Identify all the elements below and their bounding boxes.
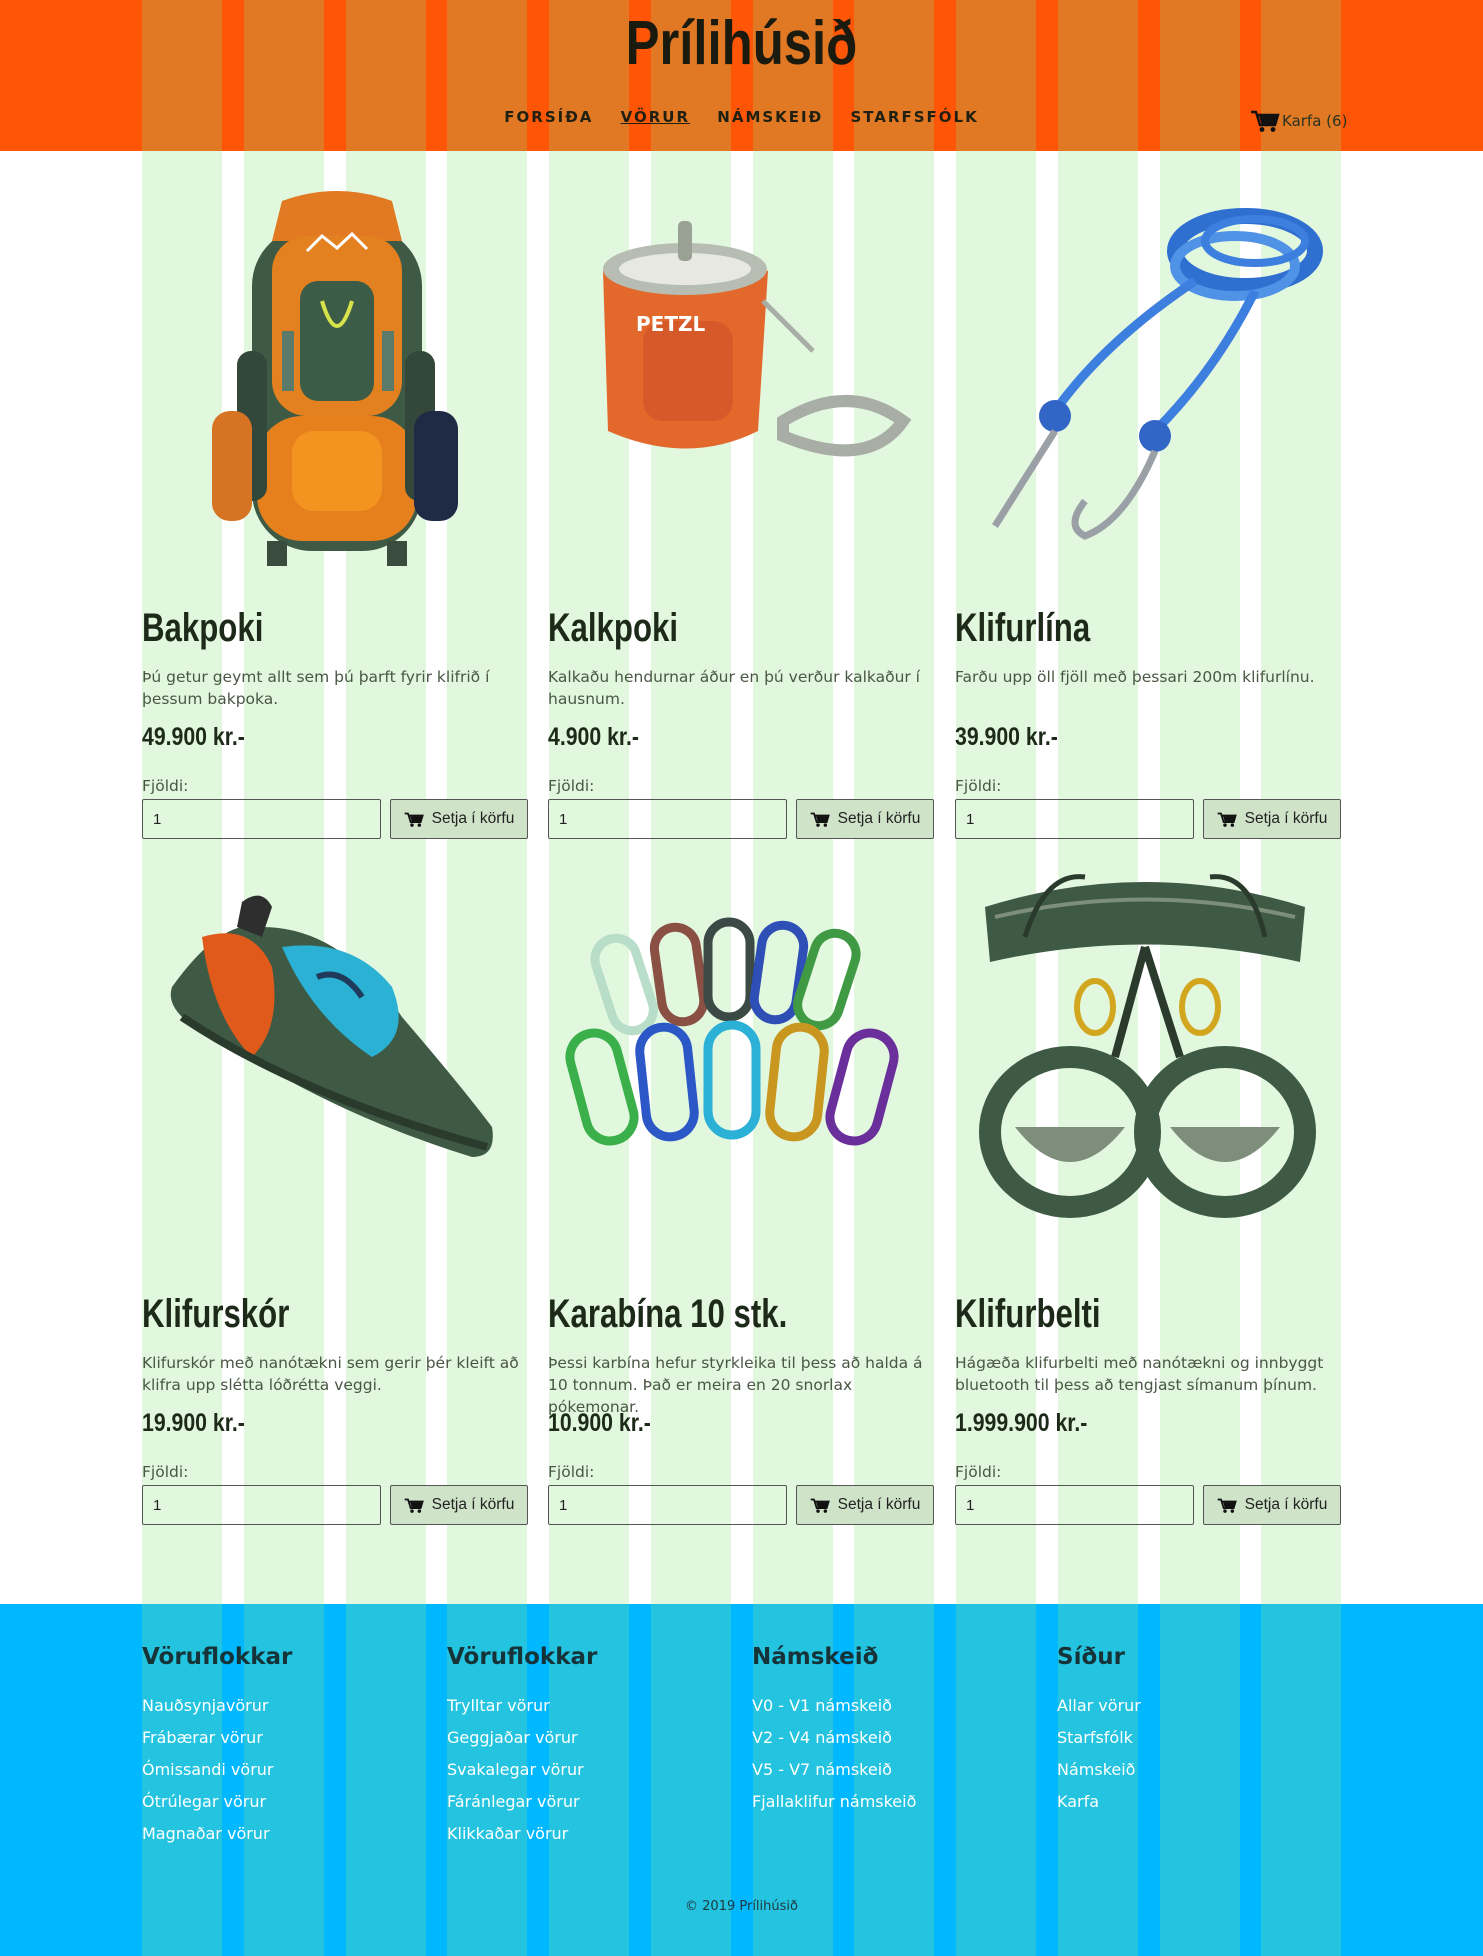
product-description: Kalkaðu hendurnar áður en þú verður kalk…	[548, 668, 920, 708]
footer-column-courses: Námskeið V0 - V1 námskeið V2 - V4 námske…	[752, 1644, 1032, 1818]
quantity-input[interactable]	[955, 799, 1194, 839]
cart-icon	[810, 812, 830, 827]
product-image-chalk-bag[interactable]: PETZL	[548, 181, 934, 581]
quantity-input[interactable]	[955, 1485, 1194, 1525]
copyright: © 2019 Prílihúsið	[685, 1899, 798, 1914]
nav-item-forsida[interactable]: FORSÍÐA	[504, 108, 593, 126]
product-image-backpack[interactable]	[142, 181, 528, 581]
footer-link[interactable]: Ótrúlegar vörur	[142, 1786, 422, 1818]
add-to-cart-label: Setja í körfu	[1244, 1496, 1328, 1513]
footer-link[interactable]: Starfsfólk	[1057, 1722, 1337, 1754]
quantity-label: Fjöldi:	[142, 777, 189, 795]
product-image-rope[interactable]	[955, 181, 1341, 581]
footer-link[interactable]: Allar vörur	[1057, 1690, 1337, 1722]
add-to-cart-label: Setja í körfu	[431, 810, 515, 827]
product-price: 39.900 kr.-	[955, 723, 1058, 751]
footer-heading: Vöruflokkar	[142, 1644, 293, 1670]
product-price: 19.900 kr.-	[142, 1409, 245, 1437]
add-to-cart-button[interactable]: Setja í körfu	[796, 799, 934, 839]
add-to-cart-label: Setja í körfu	[1244, 810, 1328, 827]
svg-text:PETZL: PETZL	[636, 312, 705, 336]
product-title: Klifurskór	[142, 1292, 290, 1336]
add-to-cart-label: Setja í körfu	[431, 1496, 515, 1513]
quantity-input[interactable]	[142, 1485, 381, 1525]
add-to-cart-button[interactable]: Setja í körfu	[390, 1485, 528, 1525]
footer-link[interactable]: Svakalegar vörur	[447, 1754, 727, 1786]
nav-item-namskeid[interactable]: NÁMSKEIÐ	[717, 108, 823, 126]
footer-link[interactable]: Námskeið	[1057, 1754, 1337, 1786]
footer-column-categories-2: Vöruflokkar Trylltar vörur Geggjaðar vör…	[447, 1644, 727, 1850]
quantity-label: Fjöldi:	[955, 1463, 1002, 1481]
product-title: Bakpoki	[142, 606, 264, 650]
product-grid-section: Bakpoki Þú getur geymt allt sem þú þarft…	[0, 151, 1483, 1604]
product-description: Klifurskór með nanótækni sem gerir þér k…	[142, 1354, 519, 1394]
footer-link[interactable]: V5 - V7 námskeið	[752, 1754, 1032, 1786]
cart-icon	[1217, 1498, 1237, 1513]
add-to-cart-button[interactable]: Setja í körfu	[1203, 799, 1341, 839]
footer-link[interactable]: Fjallaklifur námskeið	[752, 1786, 1032, 1818]
product-title: Kalkpoki	[548, 606, 679, 650]
quantity-label: Fjöldi:	[142, 1463, 189, 1481]
footer-link[interactable]: Karfa	[1057, 1786, 1337, 1818]
product-image-climbing-shoe[interactable]	[142, 867, 528, 1267]
product-price: 10.900 kr.-	[548, 1409, 651, 1437]
cart-icon	[1251, 110, 1280, 132]
quantity-input[interactable]	[142, 799, 381, 839]
product-description: Hágæða klifurbelti með nanótækni og innb…	[955, 1354, 1324, 1394]
quantity-label: Fjöldi:	[548, 1463, 595, 1481]
footer-link[interactable]: Klikkaðar vörur	[447, 1818, 727, 1850]
product-image-carabiners[interactable]	[548, 867, 934, 1267]
product-title: Klifurbelti	[955, 1292, 1101, 1336]
product-price: 4.900 kr.-	[548, 723, 639, 751]
cart-icon	[404, 812, 424, 827]
footer-link[interactable]: V0 - V1 námskeið	[752, 1690, 1032, 1722]
footer-link[interactable]: Magnaðar vörur	[142, 1818, 422, 1850]
cart-icon	[1217, 812, 1237, 827]
site-footer: Vöruflokkar Nauðsynjavörur Frábærar vöru…	[0, 1604, 1483, 1956]
footer-link[interactable]: Frábærar vörur	[142, 1722, 422, 1754]
add-to-cart-label: Setja í körfu	[837, 1496, 921, 1513]
cart-link[interactable]: Karfa (6)	[1250, 109, 1347, 133]
footer-column-categories: Vöruflokkar Nauðsynjavörur Frábærar vöru…	[142, 1644, 422, 1850]
quantity-input[interactable]	[548, 1485, 787, 1525]
footer-heading: Námskeið	[752, 1644, 879, 1670]
footer-link[interactable]: V2 - V4 námskeið	[752, 1722, 1032, 1754]
footer-column-pages: Síður Allar vörur Starfsfólk Námskeið Ka…	[1057, 1644, 1337, 1818]
add-to-cart-button[interactable]: Setja í körfu	[796, 1485, 934, 1525]
add-to-cart-button[interactable]: Setja í körfu	[1203, 1485, 1341, 1525]
nav-item-starfsfolk[interactable]: STARFSFÓLK	[850, 108, 978, 126]
footer-link[interactable]: Fáránlegar vörur	[447, 1786, 727, 1818]
site-header: Prílihúsið FORSÍÐA VÖRUR NÁMSKEIÐ STARFS…	[0, 0, 1483, 151]
cart-label: Karfa (6)	[1282, 112, 1348, 130]
footer-link[interactable]: Ómissandi vörur	[142, 1754, 422, 1786]
product-description: Farðu upp öll fjöll með þessari 200m kli…	[955, 668, 1315, 686]
cart-icon	[810, 1498, 830, 1513]
site-logo[interactable]: Prílihúsið	[133, 8, 1349, 79]
footer-link[interactable]: Geggjaðar vörur	[447, 1722, 727, 1754]
product-image-harness[interactable]	[955, 867, 1341, 1267]
footer-link[interactable]: Nauðsynjavörur	[142, 1690, 422, 1722]
footer-heading: Vöruflokkar	[447, 1644, 598, 1670]
footer-heading: Síður	[1057, 1644, 1125, 1670]
quantity-label: Fjöldi:	[955, 777, 1002, 795]
product-description: Þú getur geymt allt sem þú þarft fyrir k…	[142, 668, 490, 708]
cart-icon	[404, 1498, 424, 1513]
product-price: 49.900 kr.-	[142, 723, 245, 751]
quantity-input[interactable]	[548, 799, 787, 839]
product-price: 1.999.900 kr.-	[955, 1409, 1088, 1437]
add-to-cart-button[interactable]: Setja í körfu	[390, 799, 528, 839]
product-title: Klifurlína	[955, 606, 1091, 650]
nav-item-vorur[interactable]: VÖRUR	[621, 108, 690, 126]
add-to-cart-label: Setja í körfu	[837, 810, 921, 827]
footer-link[interactable]: Trylltar vörur	[447, 1690, 727, 1722]
product-title: Karabína 10 stk.	[548, 1292, 788, 1336]
quantity-label: Fjöldi:	[548, 777, 595, 795]
